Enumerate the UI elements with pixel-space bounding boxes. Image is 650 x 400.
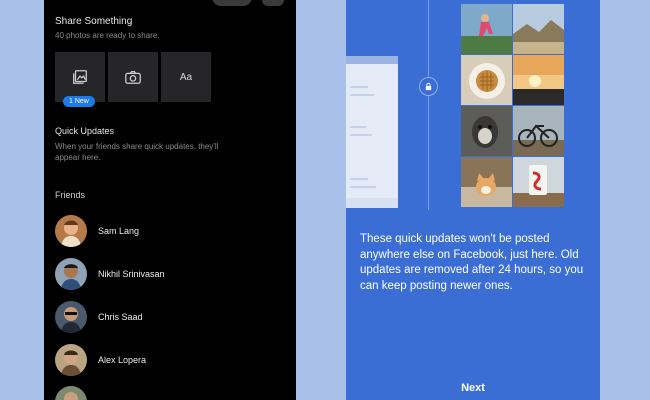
photo-runner — [461, 4, 512, 54]
quick-updates-subtitle: When your friends share quick updates, t… — [55, 142, 219, 162]
photo-waffle — [461, 55, 512, 105]
friend-row[interactable]: Alex Lopera — [55, 344, 146, 376]
quick-updates-title: Quick Updates — [55, 126, 115, 136]
share-subtitle: 40 photos are ready to share. — [55, 31, 160, 40]
share-tiles: Aa — [55, 52, 211, 102]
friend-name: Sam Lang — [98, 226, 140, 236]
photo-cat — [461, 157, 512, 207]
friend-row[interactable]: Chris Saad — [55, 301, 143, 333]
mini-screen-preview — [346, 56, 398, 208]
quick-updates-intro-panel: These quick updates won't be posted anyw… — [346, 0, 600, 400]
avatar — [55, 344, 87, 376]
new-badge: 1 New — [63, 96, 95, 107]
lock-icon — [425, 82, 432, 91]
friends-title: Friends — [55, 190, 86, 200]
friend-name: Chris Saad — [98, 312, 143, 322]
share-title: Share Something — [55, 16, 133, 27]
top-icon-button[interactable] — [262, 0, 284, 6]
friend-row[interactable] — [55, 386, 98, 400]
friend-name: Nikhil Srinivasan — [98, 269, 165, 279]
divider-line — [428, 0, 429, 210]
avatar — [55, 215, 87, 247]
text-tile-label: Aa — [179, 71, 193, 83]
text-tile[interactable]: Aa — [161, 52, 211, 102]
friends-panel: Share Something 40 photos are ready to s… — [44, 0, 296, 400]
camera-icon — [125, 70, 141, 84]
photo-bicycle — [513, 106, 564, 156]
friend-name: Alex Lopera — [98, 355, 147, 365]
friend-row[interactable]: Sam Lang — [55, 215, 139, 247]
photo-sunset — [513, 55, 564, 105]
info-text: These quick updates won't be posted anyw… — [360, 233, 584, 292]
top-button[interactable] — [212, 0, 252, 6]
photos-icon — [73, 70, 87, 84]
avatar — [55, 386, 87, 400]
photo-grid — [461, 4, 564, 207]
photo-cup — [513, 157, 564, 207]
photos-tile[interactable] — [55, 52, 105, 102]
next-button[interactable]: Next — [346, 382, 600, 394]
friend-row[interactable]: Nikhil Srinivasan — [55, 258, 165, 290]
camera-tile[interactable] — [108, 52, 158, 102]
photo-landscape — [513, 4, 564, 54]
lock-badge — [419, 77, 438, 96]
avatar — [55, 258, 87, 290]
avatar — [55, 301, 87, 333]
photo-dog — [461, 106, 512, 156]
